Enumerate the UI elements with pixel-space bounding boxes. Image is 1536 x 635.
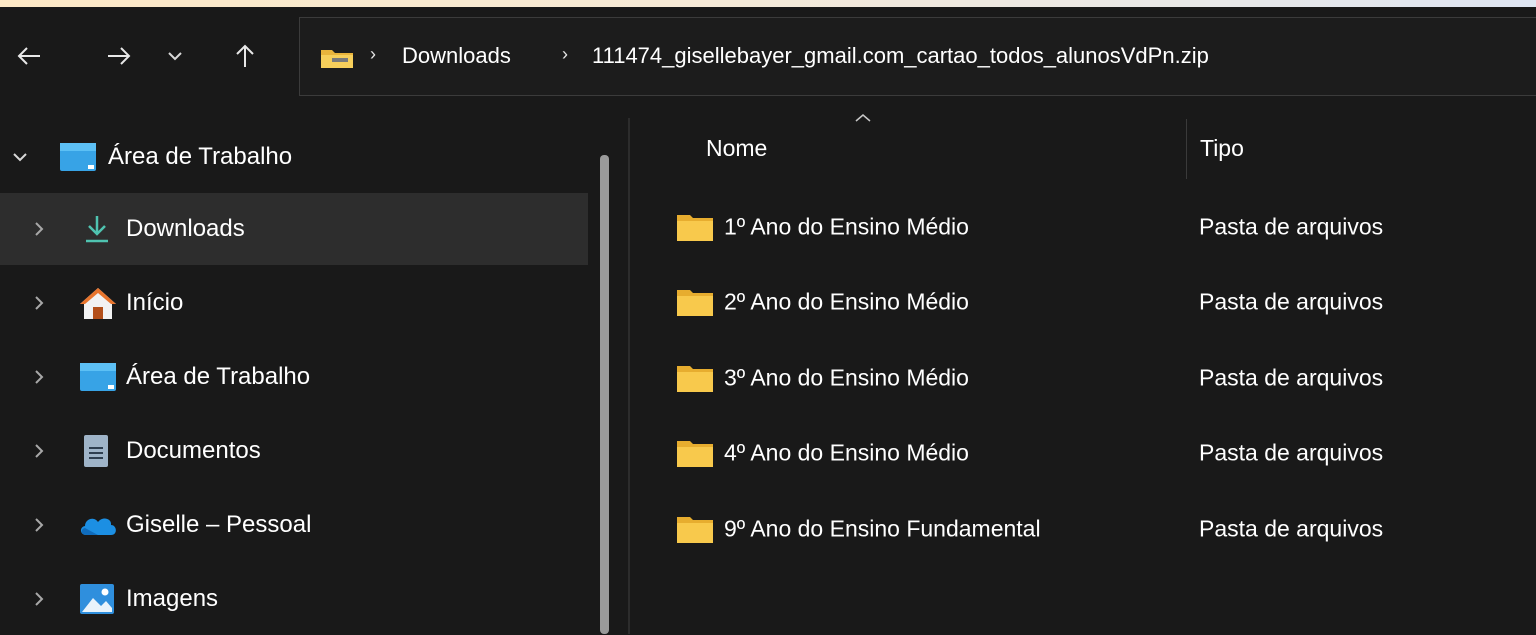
scrollbar-thumb[interactable] [600, 155, 609, 634]
breadcrumb-downloads[interactable]: Downloads [402, 43, 511, 69]
file-name: 4º Ano do Ensino Médio [724, 439, 969, 466]
file-row[interactable]: 4º Ano do Ensino Médio Pasta de arquivos [630, 423, 1536, 483]
folder-icon [677, 290, 713, 316]
breadcrumb-zip-file[interactable]: 111474_gisellebayer_gmail.com_cartao_tod… [592, 43, 1209, 69]
recent-locations-button[interactable] [160, 41, 190, 71]
navigation-bar: › Downloads › 111474_gisellebayer_gmail.… [0, 7, 1536, 107]
breadcrumb-separator: › [562, 44, 568, 64]
sidebar-item-downloads[interactable]: Downloads [0, 193, 588, 265]
folder-icon [320, 47, 354, 74]
sidebar-item-area-de-trabalho[interactable]: Área de Trabalho [0, 341, 588, 413]
sidebar-item-documentos[interactable]: Documentos [0, 415, 588, 487]
column-header-row: Nome Tipo [630, 107, 1536, 191]
download-icon [86, 216, 108, 243]
file-name: 9º Ano do Ensino Fundamental [724, 515, 1041, 542]
file-list: Nome Tipo 1º Ano do Ensino Médio Pasta d… [630, 107, 1536, 634]
sidebar-item-label: Giselle – Pessoal [126, 511, 312, 538]
address-bar[interactable]: › Downloads › 111474_gisellebayer_gmail.… [299, 17, 1536, 96]
chevron-down-icon [13, 153, 27, 162]
folder-icon [677, 441, 713, 467]
file-row[interactable]: 1º Ano do Ensino Médio Pasta de arquivos [630, 197, 1536, 257]
file-row[interactable]: 2º Ano do Ensino Médio Pasta de arquivos [630, 272, 1536, 332]
chevron-right-icon [35, 222, 44, 236]
sidebar-item-label: Imagens [126, 585, 219, 612]
chevron-right-icon [35, 296, 44, 310]
window-top-strip [0, 0, 1536, 7]
onedrive-cloud-icon [80, 518, 116, 535]
document-icon [84, 435, 108, 467]
column-resize-handle[interactable] [1186, 119, 1187, 179]
back-button[interactable] [14, 41, 44, 71]
file-type: Pasta de arquivos [1199, 213, 1384, 240]
navigation-pane: Área de Trabalho Downloads Início Área d… [0, 107, 600, 634]
file-type: Pasta de arquivos [1199, 288, 1384, 315]
file-name: 1º Ano do Ensino Médio [724, 213, 969, 240]
file-name: 3º Ano do Ensino Médio [724, 364, 969, 391]
desktop-icon [60, 143, 96, 171]
chevron-right-icon [35, 592, 44, 606]
file-type: Pasta de arquivos [1199, 364, 1384, 391]
chevron-right-icon [35, 518, 44, 532]
sidebar-item-area-de-trabalho-root[interactable]: Área de Trabalho [0, 121, 588, 193]
arrow-up-icon [236, 44, 254, 67]
file-type: Pasta de arquivos [1199, 439, 1384, 466]
chevron-down-icon [168, 52, 182, 61]
folder-icon [677, 517, 713, 543]
file-name: 2º Ano do Ensino Médio [724, 288, 969, 315]
column-header-type[interactable]: Tipo [1200, 135, 1244, 162]
sidebar-item-label: Documentos [126, 437, 261, 464]
column-header-name[interactable]: Nome [706, 135, 767, 162]
sidebar-item-imagens[interactable]: Imagens [0, 563, 588, 635]
sidebar-item-label: Área de Trabalho [108, 143, 293, 170]
sidebar-item-label: Downloads [126, 215, 245, 242]
file-row[interactable]: 9º Ano do Ensino Fundamental Pasta de ar… [630, 499, 1536, 559]
sidebar-item-onedrive-pessoal[interactable]: Giselle – Pessoal [0, 489, 588, 561]
desktop-icon [80, 363, 116, 391]
chevron-right-icon [35, 370, 44, 384]
up-button[interactable] [230, 41, 260, 71]
forward-button[interactable] [104, 41, 134, 71]
folder-icon [677, 215, 713, 241]
file-type: Pasta de arquivos [1199, 515, 1384, 542]
sort-ascending-icon [855, 114, 871, 122]
sidebar-item-label: Início [126, 289, 184, 316]
file-row[interactable]: 3º Ano do Ensino Médio Pasta de arquivos [630, 348, 1536, 408]
arrow-left-icon [17, 47, 40, 65]
arrow-right-icon [108, 47, 131, 65]
breadcrumb-separator: › [370, 44, 376, 64]
sidebar-item-label: Área de Trabalho [126, 363, 311, 390]
chevron-right-icon [35, 444, 44, 458]
sidebar-item-inicio[interactable]: Início [0, 267, 588, 339]
pictures-icon [80, 584, 114, 614]
folder-icon [677, 366, 713, 392]
home-icon [80, 288, 116, 319]
